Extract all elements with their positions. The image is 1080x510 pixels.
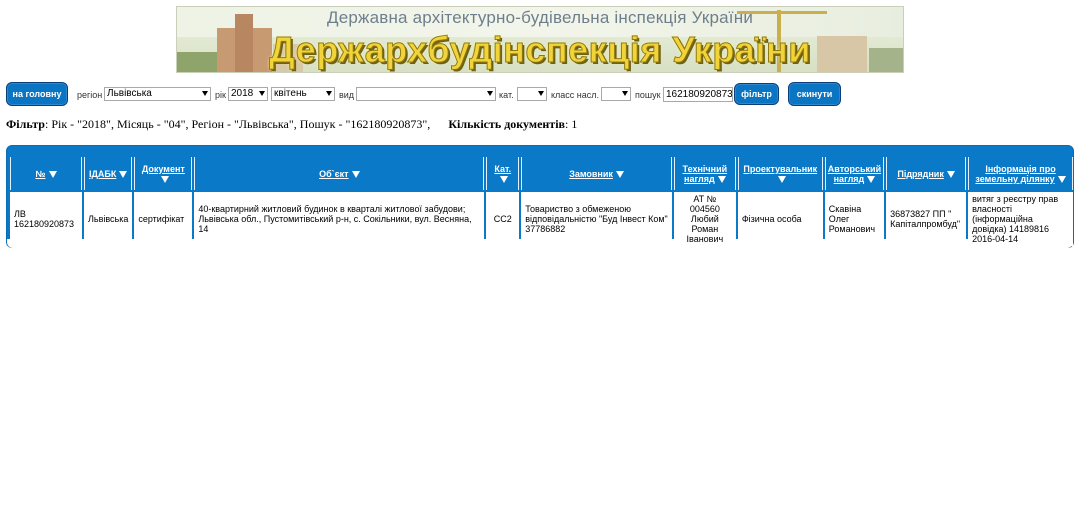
sort-link-customer[interactable]: Замовник (569, 169, 613, 179)
month-select[interactable]: квітень (271, 87, 335, 101)
class-select[interactable] (601, 87, 631, 101)
sort-arrow-icon[interactable] (48, 170, 57, 178)
chevron-down-icon (622, 91, 628, 96)
year-label: рік (215, 90, 226, 100)
chevron-down-icon (202, 91, 208, 96)
category-select[interactable] (517, 87, 547, 101)
search-label: пошук (635, 90, 661, 100)
search-input[interactable]: 162180920873 (663, 87, 733, 102)
cell-idabk: Львівська (83, 190, 133, 246)
header-banner: Державна архітектурно-будівельна інспекц… (176, 6, 904, 73)
sort-link-document[interactable]: Документ (142, 164, 185, 174)
column-header-tech-supervision[interactable]: Технічний нагляд (673, 157, 736, 190)
column-header-object[interactable]: Об`єкт (194, 157, 485, 190)
column-header-document[interactable]: Документ (134, 157, 193, 190)
category-label: кат. (499, 90, 514, 100)
results-table: № ІДАБК Документ Об`єкт Кат. Замовник Те… (8, 157, 1075, 246)
column-header-category[interactable]: Кат. (486, 157, 520, 190)
column-header-author-supervision[interactable]: Авторський нагляд (824, 157, 885, 190)
chevron-down-icon (487, 91, 493, 96)
count-word: Кількість документів (448, 117, 566, 131)
type-select[interactable] (356, 87, 496, 101)
sort-link-designer[interactable]: Проектувальник (743, 164, 817, 174)
column-header-designer[interactable]: Проектувальник (737, 157, 823, 190)
table-header-row: № ІДАБК Документ Об`єкт Кат. Замовник Те… (10, 157, 1073, 190)
sort-arrow-icon[interactable] (615, 170, 624, 178)
cell-contractor: 36873827 ПП " Капіталпромбуд" (886, 190, 967, 246)
sort-link-land-info[interactable]: Інформація про земельну ділянку (975, 164, 1055, 184)
cell-designer: Фізична особа (737, 190, 823, 246)
cell-author-supervision: Скавіна Олег Романович (824, 190, 885, 246)
sort-link-num[interactable]: № (35, 169, 45, 179)
filter-text: : Рік - "2018", Місяць - "04", Регіон - … (44, 117, 431, 131)
cell-category: СС2 (486, 190, 520, 246)
sort-arrow-icon[interactable] (160, 175, 169, 183)
region-select-value: Львівська (107, 88, 152, 99)
table-row: ЛВ 162180920873 Львівська сертифікат 40-… (10, 190, 1073, 246)
column-header-land-info[interactable]: Інформація про земельну ділянку (968, 157, 1073, 190)
class-label: класс насл. (551, 90, 600, 100)
sort-arrow-icon[interactable] (119, 170, 128, 178)
region-select[interactable]: Львівська (104, 87, 211, 101)
sort-link-category[interactable]: Кат. (494, 164, 511, 174)
cell-object: 40-квартирний житловий будинок в квартал… (194, 190, 485, 246)
sort-link-object[interactable]: Об`єкт (319, 169, 348, 179)
sort-link-contractor[interactable]: Підрядник (897, 169, 944, 179)
reset-button[interactable]: скинути (788, 82, 841, 106)
type-label: вид (339, 90, 355, 100)
region-label: регіон (77, 90, 103, 100)
cell-num: ЛВ 162180920873 (10, 190, 82, 246)
column-header-contractor[interactable]: Підрядник (886, 157, 967, 190)
sort-arrow-icon[interactable] (867, 175, 876, 183)
sort-arrow-icon[interactable] (500, 175, 509, 183)
banner-subtitle: Державна архітектурно-будівельна інспекц… (326, 8, 754, 27)
filter-button[interactable]: фільтр (734, 83, 779, 105)
sort-arrow-icon[interactable] (351, 170, 360, 178)
results-table-container: № ІДАБК Документ Об`єкт Кат. Замовник Те… (6, 145, 1074, 248)
cell-land-info: витяг з реєстру прав власності (інформац… (968, 190, 1073, 246)
column-header-idabk[interactable]: ІДАБК (83, 157, 133, 190)
chevron-down-icon (326, 91, 332, 96)
chevron-down-icon (259, 91, 265, 96)
chevron-down-icon (538, 91, 544, 96)
cell-customer: Товариство з обмеженою відповідальністю … (521, 190, 672, 246)
column-header-num[interactable]: № (10, 157, 82, 190)
cell-tech-supervision: АТ № 004560 Любий Роман Іванович (673, 190, 736, 246)
sort-arrow-icon[interactable] (717, 175, 726, 183)
month-select-value: квітень (274, 88, 307, 99)
filter-summary: Фільтр: Рік - "2018", Місяць - "04", Рег… (6, 117, 577, 132)
count-text: : 1 (565, 117, 578, 131)
sort-arrow-icon[interactable] (946, 170, 955, 178)
banner-title: Держархбудінспекція України (269, 29, 811, 71)
home-button[interactable]: на головну (6, 82, 68, 106)
year-select[interactable]: 2018 (228, 87, 268, 101)
year-select-value: 2018 (231, 88, 254, 99)
sort-arrow-icon[interactable] (777, 175, 786, 183)
sort-link-idabk[interactable]: ІДАБК (89, 169, 116, 179)
sort-arrow-icon[interactable] (1057, 175, 1066, 183)
filter-word: Фільтр (6, 117, 45, 131)
column-header-customer[interactable]: Замовник (521, 157, 672, 190)
cell-document: сертифікат (134, 190, 193, 246)
